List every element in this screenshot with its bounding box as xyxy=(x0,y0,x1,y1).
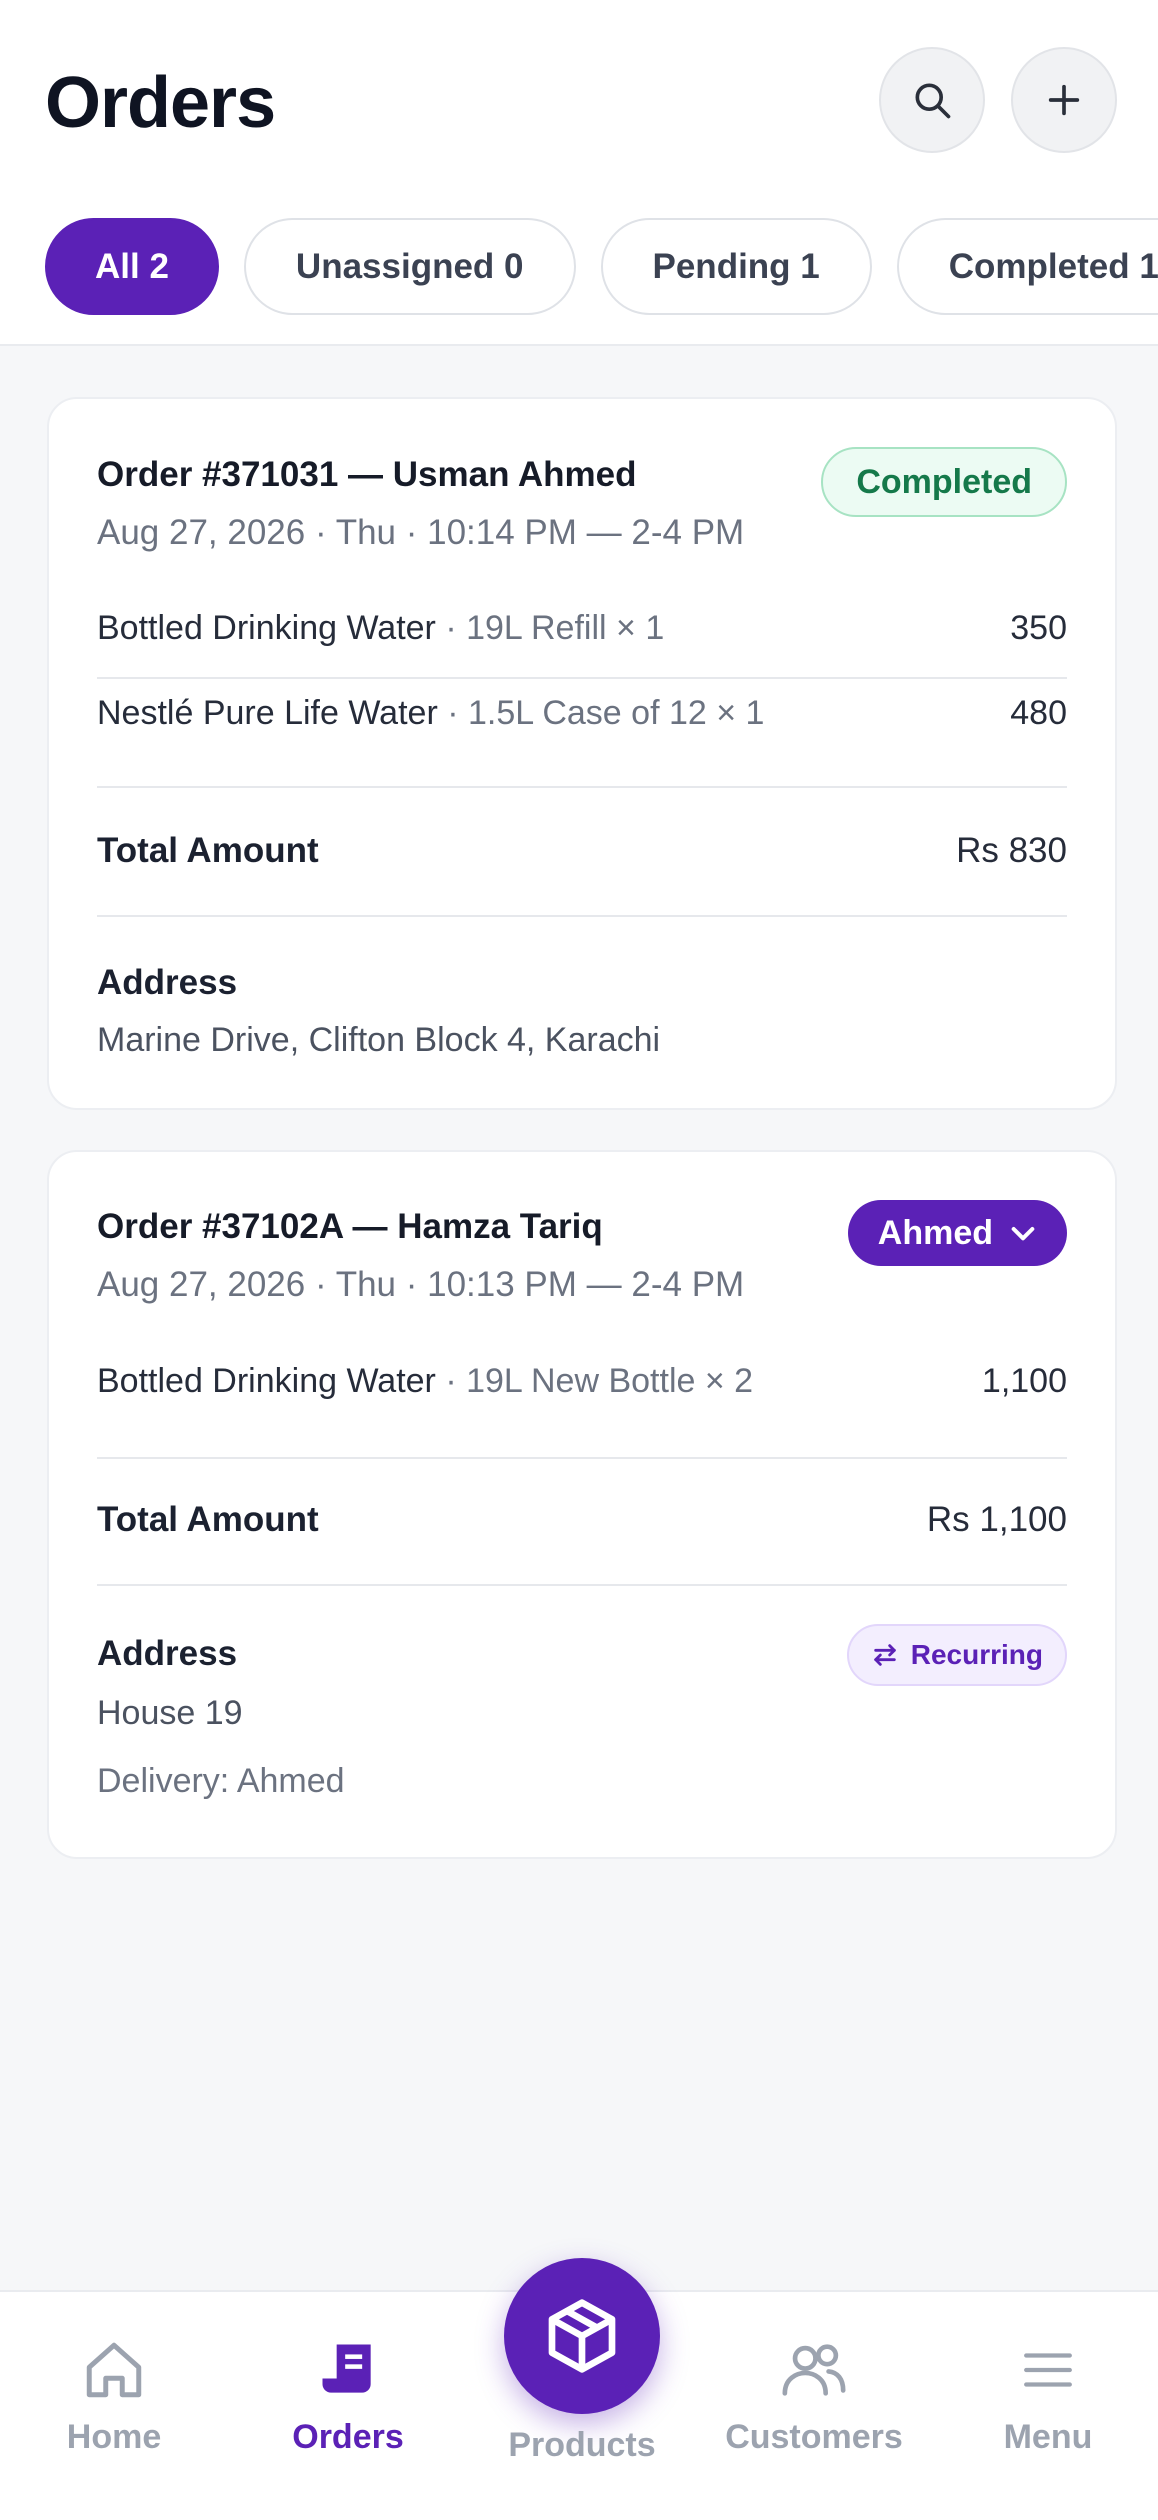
order-title: Order #37102A — Hamza Tariq xyxy=(97,1207,603,1246)
nav-customers-label: Customers xyxy=(725,2418,903,2456)
divider xyxy=(97,915,1067,917)
divider xyxy=(97,1584,1067,1586)
item-product: Bottled Drinking Water xyxy=(97,1362,436,1400)
box-icon xyxy=(548,2299,616,2373)
recurring-badge: Recurring xyxy=(846,1624,1067,1686)
nav-menu[interactable]: Menu xyxy=(948,2332,1148,2457)
status-badge: Completed xyxy=(821,447,1067,517)
search-button[interactable] xyxy=(879,47,985,153)
header: Orders All 2 Unassigned 0 Pending 1 Comp… xyxy=(0,0,1158,346)
search-icon xyxy=(915,83,951,119)
delivery-text: Delivery: Ahmed xyxy=(97,1762,345,1800)
order-title: Order #371031 — Usman Ahmed xyxy=(97,455,637,494)
line-item-name: Bottled Drinking Water · 19L Refill × 1 xyxy=(97,609,664,648)
assignee-name: Ahmed xyxy=(877,1213,993,1252)
total-label: Total Amount xyxy=(97,1500,319,1539)
address-label: Address xyxy=(97,1634,238,1673)
tab-pending[interactable]: Pending 1 xyxy=(600,218,872,315)
nav-home-label: Home xyxy=(66,2418,162,2456)
tab-unassigned[interactable]: Unassigned 0 xyxy=(243,218,576,315)
order-card[interactable]: Order #371031 — Usman Ahmed Aug 27, 2026… xyxy=(47,397,1117,1110)
nav-menu-label: Menu xyxy=(1003,2418,1093,2456)
assignee-dropdown[interactable]: Ahmed xyxy=(847,1200,1067,1266)
item-variant: · 19L Refill × 1 xyxy=(435,609,665,647)
item-product: Nestlé Pure Life Water xyxy=(97,694,438,732)
item-variant: · 1.5L Case of 12 × 1 xyxy=(437,694,765,732)
tab-completed[interactable]: Completed 1 xyxy=(896,218,1158,315)
page-title: Orders xyxy=(45,63,276,143)
products-fab[interactable] xyxy=(504,2258,660,2414)
divider xyxy=(97,677,1067,679)
total-value: Rs 830 xyxy=(956,831,1067,870)
divider xyxy=(97,1457,1067,1459)
total-label: Total Amount xyxy=(97,831,319,870)
nav-customers[interactable]: Customers xyxy=(714,2332,914,2457)
menu-icon xyxy=(1024,2353,1072,2387)
total-value: Rs 1,100 xyxy=(926,1500,1067,1539)
customers-icon xyxy=(782,2344,846,2396)
order-date: Aug 27, 2026 · Thu · 10:13 PM — 2-4 PM xyxy=(97,1265,745,1304)
divider xyxy=(97,786,1067,788)
line-item-price: 1,100 xyxy=(981,1362,1067,1400)
order-date: Aug 27, 2026 · Thu · 10:14 PM — 2-4 PM xyxy=(97,513,745,552)
repeat-icon xyxy=(874,1644,896,1666)
add-order-button[interactable] xyxy=(1011,47,1117,153)
line-item-name: Bottled Drinking Water · 19L New Bottle … xyxy=(97,1362,753,1401)
recurring-label: Recurring xyxy=(910,1639,1043,1670)
filter-tabs: All 2 Unassigned 0 Pending 1 Completed 1 xyxy=(45,218,1158,315)
orders-icon xyxy=(322,2344,371,2393)
line-item-name: Nestlé Pure Life Water · 1.5L Case of 12… xyxy=(97,694,764,733)
nav-orders-label: Orders xyxy=(292,2418,404,2456)
address-text: House 19 xyxy=(97,1694,243,1732)
order-card[interactable]: Order #37102A — Hamza Tariq Aug 27, 2026… xyxy=(47,1150,1117,1859)
plus-icon xyxy=(1048,84,1080,116)
home-icon xyxy=(86,2342,142,2398)
chevron-down-icon xyxy=(1011,1227,1035,1241)
tab-all[interactable]: All 2 xyxy=(45,218,219,315)
item-product: Bottled Drinking Water xyxy=(97,609,436,647)
nav-orders[interactable]: Orders xyxy=(248,2332,448,2457)
nav-products-label[interactable]: Products xyxy=(482,2426,682,2465)
address-label: Address xyxy=(97,963,238,1002)
address-text: Marine Drive, Clifton Block 4, Karachi xyxy=(97,1021,661,1059)
nav-home[interactable]: Home xyxy=(14,2332,214,2457)
line-item-price: 480 xyxy=(1010,694,1067,732)
line-item-price: 350 xyxy=(1010,609,1067,647)
item-variant: · 19L New Bottle × 2 xyxy=(435,1362,754,1400)
